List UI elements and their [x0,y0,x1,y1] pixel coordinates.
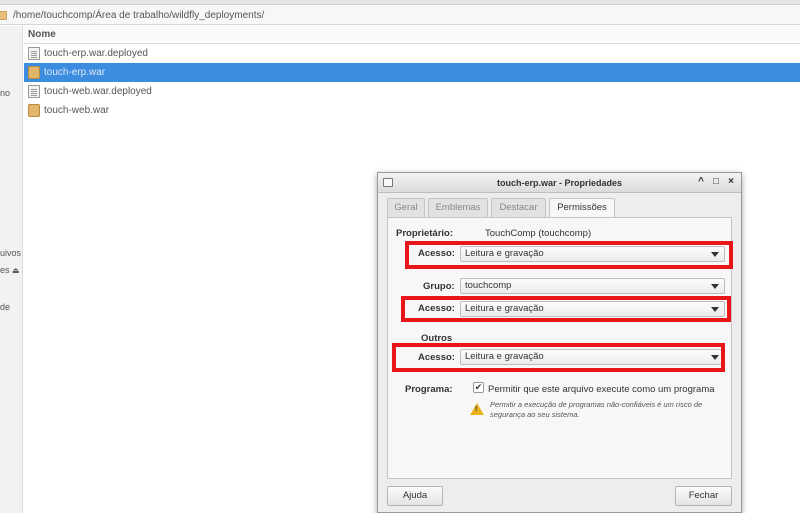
dialog-title: touch-erp.war - Propriedades [496,178,623,188]
tab-emblemas[interactable]: Emblemas [428,198,488,217]
file-name: touch-erp.war [44,67,106,78]
highlight-box-others [392,343,725,372]
permissions-panel: Proprietário: TouchComp (touchcomp) Aces… [387,217,733,479]
dialog-titlebar[interactable]: touch-erp.war - Propriedades ^ □ × [378,173,741,193]
sidebar-item-fragment[interactable]: uivos [0,248,21,258]
folder-icon [0,11,7,20]
eject-icon[interactable]: ⏏ [12,266,20,275]
help-button[interactable]: Ajuda [387,486,443,506]
warning-icon-mark: ! [475,406,478,413]
location-path[interactable]: /home/touchcomp/Área de trabalho/wildfly… [13,10,264,21]
highlight-box-group [401,296,731,322]
sidebar-item-fragment[interactable]: no [0,88,10,98]
document-icon [28,47,40,60]
group-value: touchcomp [465,280,512,291]
file-name: touch-web.war.deployed [44,86,152,97]
chevron-down-icon [711,284,719,289]
sidebar-item-fragment[interactable]: es [0,265,10,275]
file-row[interactable]: touch-web.war.deployed [24,82,800,101]
document-icon [28,85,40,98]
top-strip [0,0,800,5]
file-name: touch-erp.war.deployed [44,48,148,59]
file-row-selected[interactable]: touch-erp.war [24,63,800,82]
sidebar-item-fragment[interactable]: de [0,302,10,312]
file-row[interactable]: touch-web.war [24,101,800,120]
tab-destacar[interactable]: Destacar [491,198,546,217]
warning-text: Permitir a execução de programas não-con… [490,400,703,419]
location-bar[interactable]: /home/touchcomp/Área de trabalho/wildfly… [0,6,800,25]
column-header-name[interactable]: Nome [24,26,800,44]
group-label: Grupo: [423,281,455,292]
sidebar: no uivos es ⏏ de [0,26,23,513]
group-select[interactable]: touchcomp [460,278,725,294]
tab-geral[interactable]: Geral [387,198,425,217]
package-icon [28,66,40,79]
maximize-icon[interactable]: □ [710,176,722,187]
owner-value: TouchComp (touchcomp) [485,228,592,239]
close-button[interactable]: Fechar [675,486,732,506]
execute-checkbox[interactable]: ✔ [473,382,484,393]
file-row[interactable]: touch-erp.war.deployed [24,44,800,63]
minimize-icon[interactable]: ^ [695,176,707,187]
highlight-box-owner [405,241,733,269]
file-name: touch-web.war [44,105,110,116]
owner-label: Proprietário: [396,228,454,239]
execute-checkbox-label[interactable]: Permitir que este arquivo execute como u… [488,384,715,395]
program-label: Programa: [405,384,453,395]
tab-permissoes[interactable]: Permissões [549,198,615,218]
close-icon[interactable]: × [725,176,737,187]
package-icon [28,104,40,117]
properties-dialog: touch-erp.war - Propriedades ^ □ × Geral… [377,172,742,513]
